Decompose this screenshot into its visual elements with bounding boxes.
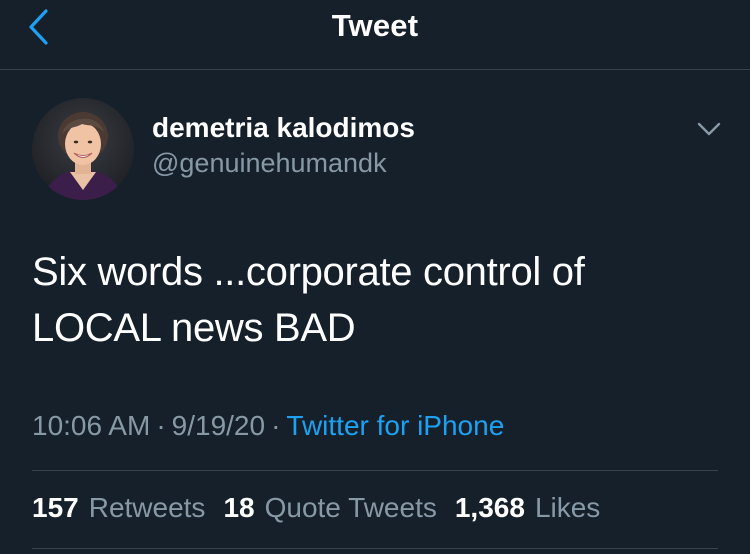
likes-stat[interactable]: 1,368 Likes — [455, 492, 600, 524]
divider — [32, 548, 718, 549]
meta-separator: · — [271, 410, 281, 441]
tweet-stats: 157 Retweets 18 Quote Tweets 1,368 Likes — [32, 492, 600, 524]
quote-tweets-count: 18 — [223, 492, 255, 523]
retweets-count: 157 — [32, 492, 79, 523]
avatar-image — [32, 98, 134, 200]
avatar[interactable] — [32, 98, 134, 200]
page-title: Tweet — [331, 8, 419, 43]
tweet-meta: 10:06 AM · 9/19/20 · Twitter for iPhone — [32, 410, 504, 442]
author-handle[interactable]: @genuinehumandk — [152, 148, 387, 179]
tweet-source-link[interactable]: Twitter for iPhone — [286, 410, 504, 441]
tweet-time: 10:06 AM — [32, 410, 151, 441]
header: Tweet — [0, 0, 750, 70]
tweet-text: Six words ...corporate control of LOCAL … — [32, 250, 585, 350]
tweet-menu-button[interactable] — [692, 116, 726, 142]
retweets-label: Retweets — [88, 492, 206, 523]
author-name[interactable]: demetria kalodimos — [152, 112, 415, 144]
retweets-stat[interactable]: 157 Retweets — [32, 492, 205, 524]
quote-tweets-label: Quote Tweets — [264, 492, 437, 523]
meta-separator: · — [156, 410, 166, 441]
quote-tweets-stat[interactable]: 18 Quote Tweets — [223, 492, 436, 524]
likes-count: 1,368 — [454, 492, 525, 523]
likes-label: Likes — [534, 492, 601, 523]
chevron-down-icon — [697, 122, 721, 136]
tweet-screen: Tweet demetria kalodimos @genuinehumandk… — [0, 0, 750, 554]
divider — [32, 470, 718, 471]
tweet-date: 9/19/20 — [171, 410, 266, 441]
